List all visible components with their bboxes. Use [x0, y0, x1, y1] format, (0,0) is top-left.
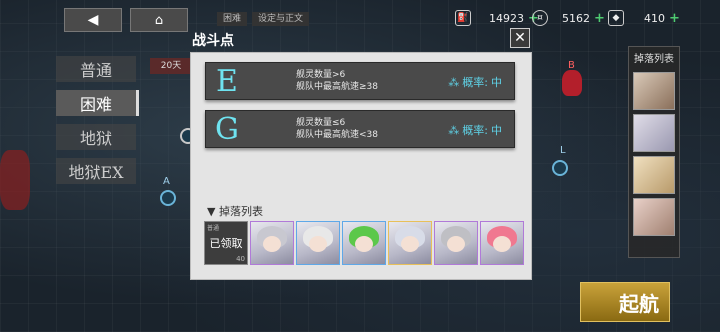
fuel-value: 14923: [489, 11, 524, 25]
top-tab-1[interactable]: 困难: [217, 12, 248, 26]
drop-portrait[interactable]: [388, 221, 432, 265]
route-rate: ⁂ 概率: 中: [448, 122, 502, 138]
map-node-label-b: B: [568, 60, 575, 71]
enemy-territory-mark: [0, 150, 30, 210]
side-drop-portrait[interactable]: [633, 72, 675, 110]
claimed-reward[interactable]: 普通 已领取 40: [204, 221, 248, 265]
map-node-a[interactable]: [160, 190, 176, 206]
map-node-label-l: L: [560, 145, 566, 156]
diamond-resource: ◆ 410 +: [608, 9, 680, 27]
top-tab-2[interactable]: 设定与正文: [252, 12, 310, 26]
route-letter: E: [216, 63, 238, 99]
drop-list-title: ▼ 掉落列表: [207, 205, 263, 218]
route-condition: 舰队中最高航速≥38: [296, 82, 378, 92]
difficulty-normal[interactable]: 普通: [56, 56, 136, 82]
side-drop-portrait[interactable]: [633, 198, 675, 236]
home-button[interactable]: ⌂: [130, 8, 188, 32]
home-icon: ⌂: [154, 12, 164, 28]
modal-title: 战斗点: [192, 33, 234, 49]
coin-resource: ¤ 5162 +: [532, 9, 605, 27]
close-icon: ✕: [514, 30, 526, 46]
route-row-e: E 舰灵数量>6 舰队中最高航速≥38 ⁂ 概率: 中: [205, 62, 515, 100]
behind-tag: 20天: [150, 58, 192, 74]
map-node-l[interactable]: [552, 160, 568, 176]
diamond-icon: ◆: [608, 10, 624, 26]
side-drop-portrait[interactable]: [633, 156, 675, 194]
rate-value: 中: [491, 124, 502, 137]
difficulty-hell[interactable]: 地狱: [56, 124, 136, 150]
fuel-resource: ⛽ 14923 +: [455, 9, 539, 27]
route-letter: G: [215, 111, 239, 147]
route-row-g: G 舰灵数量≤6 舰队中最高航速<38 ⁂ 概率: 中: [205, 110, 515, 148]
side-drop-portrait[interactable]: [633, 114, 675, 152]
difficulty-hard[interactable]: 困难: [56, 90, 139, 116]
rate-value: 中: [491, 76, 502, 89]
side-drop-title: 掉落列表: [634, 54, 674, 65]
close-button[interactable]: ✕: [510, 28, 530, 48]
side-drop-panel: 掉落列表: [628, 46, 680, 258]
coin-icon: ¤: [532, 10, 548, 26]
rate-label: 概率:: [462, 76, 488, 89]
fleet-icon: ⁂: [448, 123, 460, 137]
diamond-add-button[interactable]: +: [669, 11, 680, 26]
drop-portrait[interactable]: [250, 221, 294, 265]
back-button[interactable]: ◀: [64, 8, 122, 32]
difficulty-hell-ex[interactable]: 地狱EX: [56, 158, 136, 184]
fuel-icon: ⛽: [455, 10, 471, 26]
back-arrow-icon: ◀: [87, 12, 99, 28]
drop-portrait[interactable]: [434, 221, 478, 265]
rate-label: 概率:: [462, 124, 488, 137]
route-rate: ⁂ 概率: 中: [448, 74, 502, 90]
drop-portrait[interactable]: [342, 221, 386, 265]
enemy-boss-icon[interactable]: [562, 70, 582, 96]
diamond-value: 410: [644, 11, 665, 25]
sortie-label: 起航: [619, 291, 659, 316]
coin-value: 5162: [562, 11, 590, 25]
sortie-button[interactable]: 起航: [580, 282, 670, 322]
drop-portrait[interactable]: [480, 221, 524, 265]
fleet-icon: ⁂: [448, 75, 460, 89]
drop-portrait[interactable]: [296, 221, 340, 265]
coin-add-button[interactable]: +: [594, 11, 605, 26]
claimed-count: 40: [236, 255, 245, 263]
claimed-label: 已领取: [209, 237, 243, 250]
route-condition: 舰队中最高航速<38: [296, 130, 378, 140]
drop-list: 普通 已领取 40: [204, 221, 524, 267]
map-node-label-a: A: [163, 176, 170, 187]
claimed-tag: 普通: [207, 225, 220, 232]
